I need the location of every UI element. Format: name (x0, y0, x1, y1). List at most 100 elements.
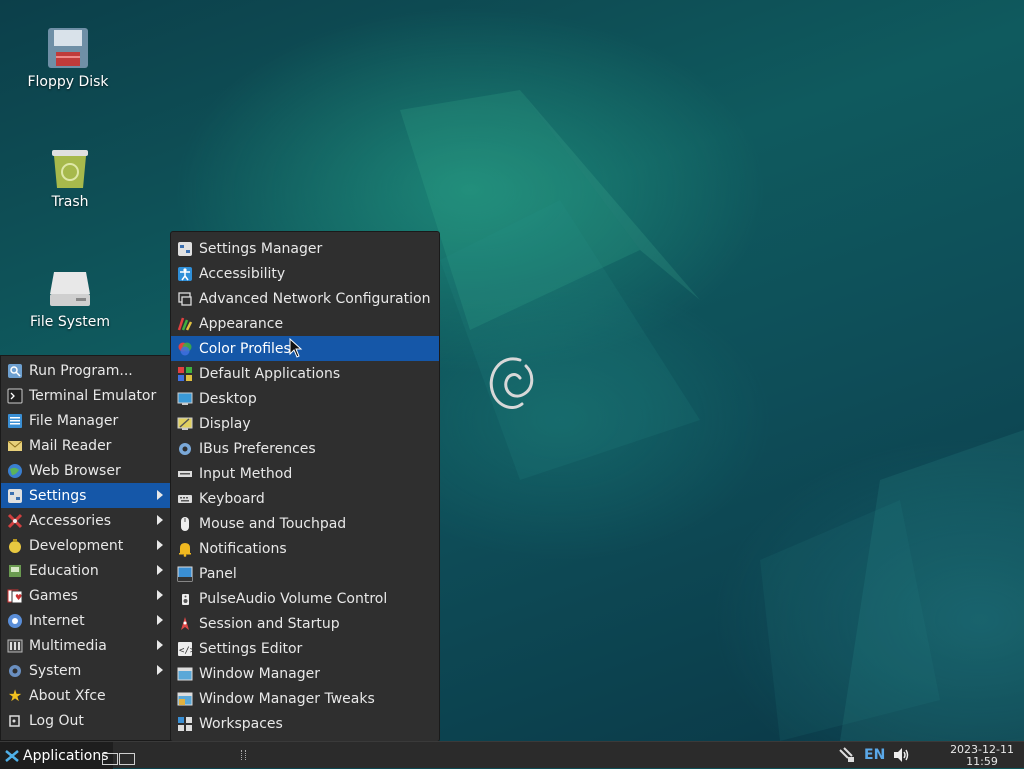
menu-item-log-out[interactable]: Log Out (1, 708, 170, 733)
menu-item-label: Input Method (199, 465, 293, 482)
submenu-item-color-profiles[interactable]: Color Profiles (171, 336, 439, 361)
submenu-item-input-method[interactable]: Input Method (171, 461, 439, 486)
mail-icon (7, 438, 23, 454)
desktop-icon-label: Floppy Disk (27, 74, 109, 90)
games-icon: ♥ (7, 588, 23, 604)
settings-manager-icon (177, 241, 193, 257)
menu-item-multimedia[interactable]: Multimedia (1, 633, 170, 658)
menu-item-label: Session and Startup (199, 615, 340, 632)
settings-icon (7, 488, 23, 504)
menu-item-label: Window Manager (199, 665, 321, 682)
submenu-item-mouse-touchpad[interactable]: Mouse and Touchpad (171, 511, 439, 536)
menu-item-label: Mouse and Touchpad (199, 515, 347, 532)
menu-item-mail-reader[interactable]: Mail Reader (1, 433, 170, 458)
desktop-icon-label: File System (29, 314, 111, 330)
desktop-icon-floppy-disk[interactable]: Floppy Disk (8, 26, 128, 90)
internet-icon (7, 613, 23, 629)
volume-control-icon (177, 591, 193, 607)
run-icon (7, 363, 23, 379)
window-tweaks-icon (177, 691, 193, 707)
network-icon (177, 291, 193, 307)
menu-item-label: Accessibility (199, 265, 286, 282)
submenu-item-window-manager-tweaks[interactable]: Window Manager Tweaks (171, 686, 439, 711)
system-gear-icon (7, 663, 23, 679)
menu-item-accessories[interactable]: Accessories (1, 508, 170, 533)
menu-item-label: Accessories (29, 512, 112, 529)
accessibility-icon (177, 266, 193, 282)
menu-item-internet[interactable]: Internet (1, 608, 170, 633)
menu-item-about-xfce[interactable]: ★ About Xfce (1, 683, 170, 708)
mouse-cursor-icon (289, 338, 303, 358)
session-icon (177, 616, 193, 632)
menu-item-run-program[interactable]: Run Program... (1, 358, 170, 383)
network-tray-icon[interactable] (838, 746, 856, 768)
desktop-icon (177, 391, 193, 407)
menu-item-label: Run Program... (29, 362, 133, 379)
submenu-arrow-icon (157, 590, 163, 600)
submenu-item-default-applications[interactable]: Default Applications (171, 361, 439, 386)
submenu-item-settings-manager[interactable]: Settings Manager (171, 236, 439, 261)
menu-item-system[interactable]: System (1, 658, 170, 683)
submenu-arrow-icon (157, 565, 163, 575)
menu-item-label: Desktop (199, 390, 257, 407)
submenu-item-notifications[interactable]: Notifications (171, 536, 439, 561)
menu-item-label: Games (29, 587, 78, 604)
submenu-arrow-icon (157, 615, 163, 625)
multimedia-icon (7, 638, 23, 654)
submenu-arrow-icon (157, 490, 163, 500)
applications-menu-button[interactable]: Applications (0, 742, 113, 769)
window-manager-icon (177, 666, 193, 682)
panel-clock[interactable]: 2023-12-11 11:59 (950, 744, 1014, 768)
submenu-item-display[interactable]: Display (171, 411, 439, 436)
hard-drive-icon (48, 266, 92, 310)
appearance-icon (177, 316, 193, 332)
floppy-disk-icon (46, 26, 90, 70)
menu-item-label: Settings (29, 487, 87, 504)
submenu-item-window-manager[interactable]: Window Manager (171, 661, 439, 686)
submenu-item-settings-editor[interactable]: </> Settings Editor (171, 636, 439, 661)
menu-item-label: Color Profiles (199, 340, 291, 357)
submenu-item-advanced-network[interactable]: Advanced Network Configuration (171, 286, 439, 311)
menu-item-label: Settings Editor (199, 640, 303, 657)
workspace-1[interactable] (102, 753, 118, 765)
submenu-item-pulseaudio[interactable]: PulseAudio Volume Control (171, 586, 439, 611)
development-icon (7, 538, 23, 554)
submenu-item-keyboard[interactable]: Keyboard (171, 486, 439, 511)
menu-item-settings[interactable]: Settings (1, 483, 170, 508)
input-method-icon (177, 466, 193, 482)
workspace-2[interactable] (119, 753, 135, 765)
menu-item-terminal-emulator[interactable]: Terminal Emulator (1, 383, 170, 408)
menu-item-label: Terminal Emulator (29, 387, 157, 404)
submenu-arrow-icon (157, 515, 163, 525)
submenu-arrow-icon (157, 665, 163, 675)
logout-icon (7, 713, 23, 729)
submenu-arrow-icon (157, 540, 163, 550)
default-apps-icon (177, 366, 193, 382)
submenu-item-desktop[interactable]: Desktop (171, 386, 439, 411)
keyboard-layout-indicator[interactable]: EN (864, 747, 885, 763)
debian-logo (489, 357, 534, 409)
desktop-icon-file-system[interactable]: File System (10, 266, 130, 330)
menu-item-web-browser[interactable]: Web Browser (1, 458, 170, 483)
submenu-item-workspaces[interactable]: Workspaces (171, 711, 439, 736)
workspaces-icon (177, 716, 193, 732)
submenu-item-session-startup[interactable]: Session and Startup (171, 611, 439, 636)
submenu-item-ibus-preferences[interactable]: IBus Preferences (171, 436, 439, 461)
menu-item-education[interactable]: Education (1, 558, 170, 583)
submenu-item-appearance[interactable]: Appearance (171, 311, 439, 336)
menu-item-label: Window Manager Tweaks (199, 690, 375, 707)
panel-separator-handle[interactable] (241, 750, 246, 760)
menu-item-label: Mail Reader (29, 437, 112, 454)
volume-icon[interactable] (892, 747, 910, 767)
submenu-item-panel[interactable]: Panel (171, 561, 439, 586)
submenu-item-accessibility[interactable]: Accessibility (171, 261, 439, 286)
mouse-icon (177, 516, 193, 532)
desktop-icon-trash[interactable]: Trash (10, 146, 130, 210)
menu-item-label: Log Out (29, 712, 84, 729)
menu-item-development[interactable]: Development (1, 533, 170, 558)
globe-icon (7, 463, 23, 479)
menu-item-label: System (29, 662, 82, 679)
display-icon (177, 416, 193, 432)
menu-item-games[interactable]: ♥ Games (1, 583, 170, 608)
menu-item-file-manager[interactable]: File Manager (1, 408, 170, 433)
